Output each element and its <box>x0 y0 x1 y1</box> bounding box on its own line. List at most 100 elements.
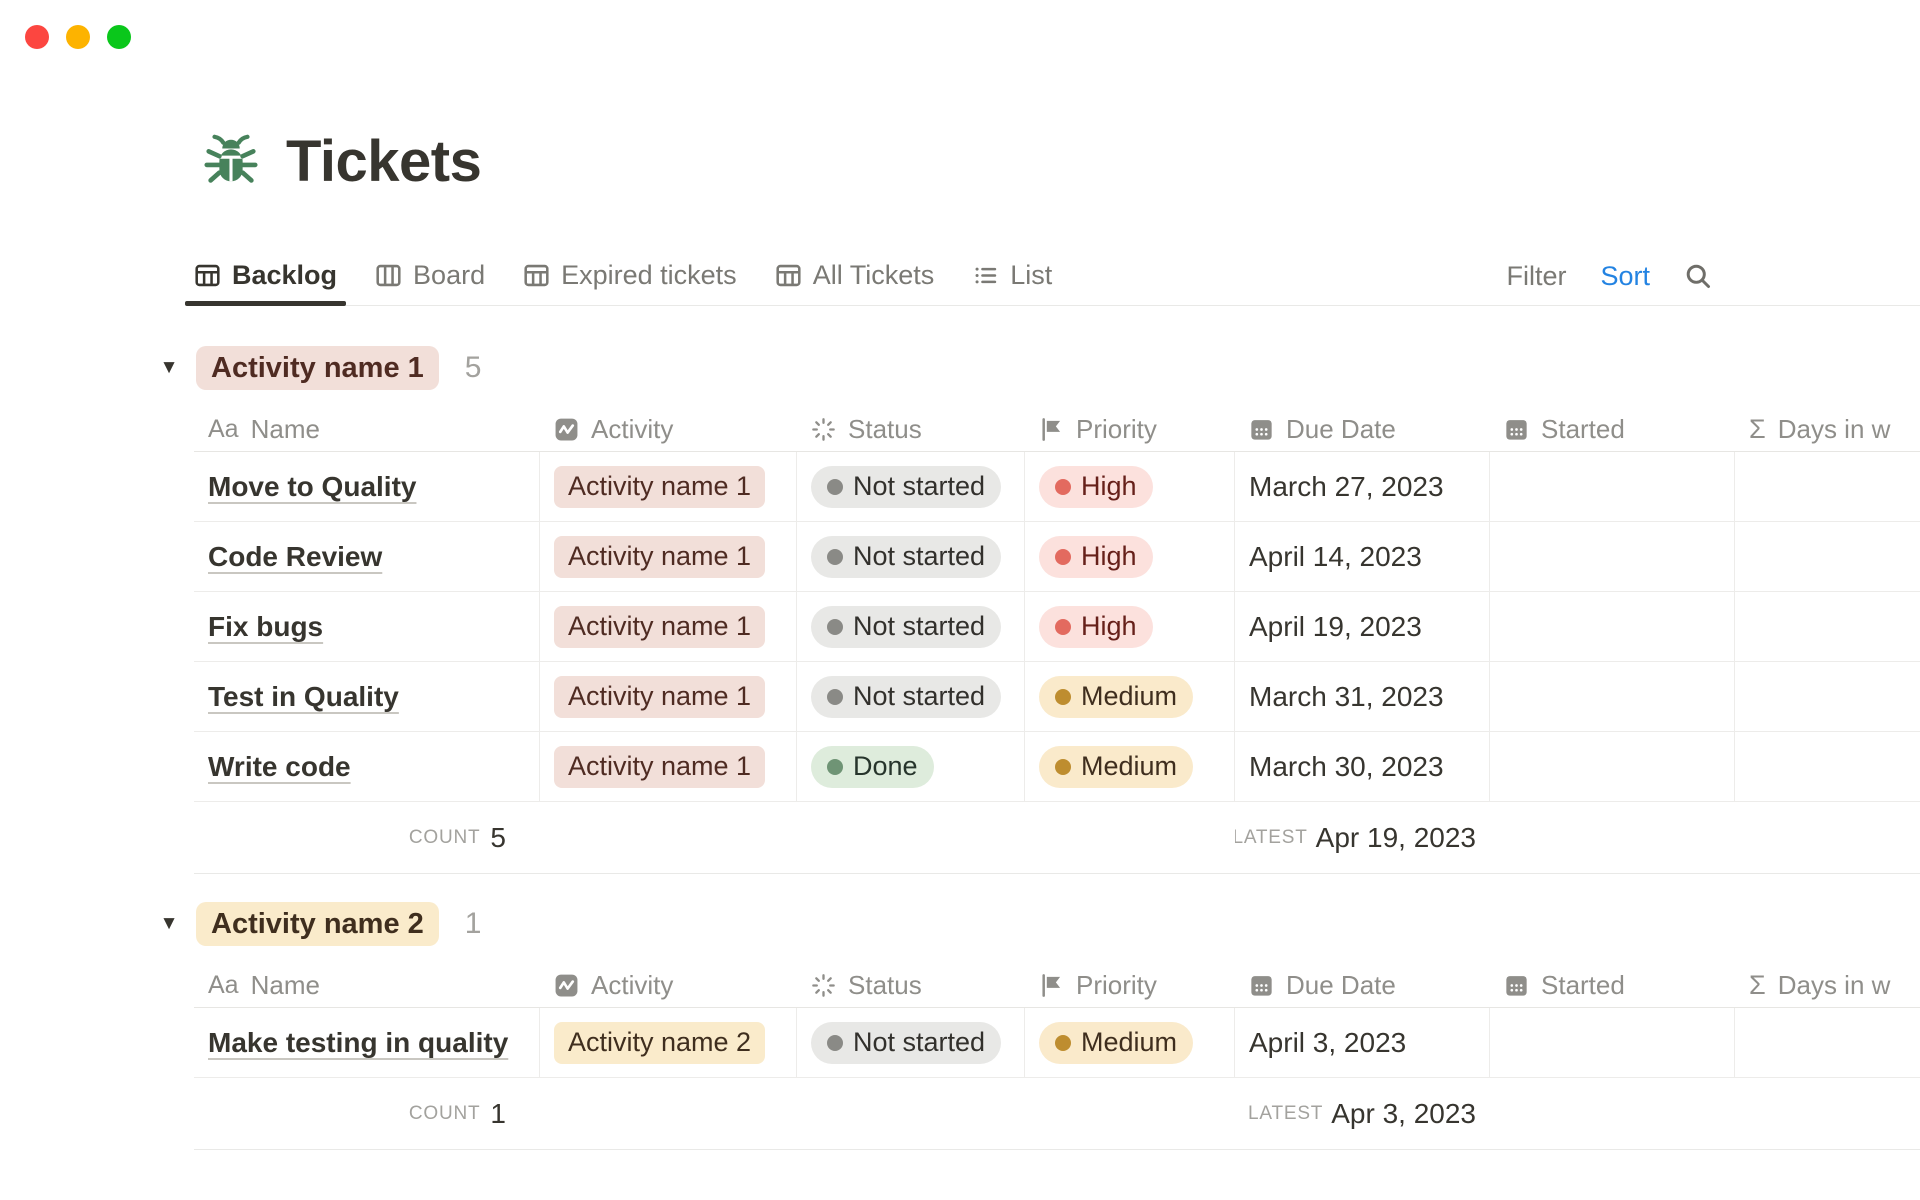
tab-backlog[interactable]: Backlog <box>194 246 337 305</box>
status-tag[interactable]: Done <box>811 746 934 788</box>
column-header-days-in-work[interactable]: Σ Days in w <box>1735 408 1920 451</box>
cell-priority[interactable]: Medium <box>1025 1008 1235 1077</box>
tab-list[interactable]: List <box>972 246 1052 305</box>
row-title[interactable]: Fix bugs <box>208 611 323 643</box>
status-tag[interactable]: Not started <box>811 676 1001 718</box>
priority-tag[interactable]: Medium <box>1039 1022 1193 1064</box>
activity-tag[interactable]: Activity name 2 <box>554 1022 765 1064</box>
column-header-days-in-work[interactable]: Σ Days in w <box>1735 964 1920 1007</box>
latest-calculation[interactable]: LATEST Apr 3, 2023 <box>1235 1078 1490 1149</box>
column-header-due-date[interactable]: Due Date <box>1235 964 1490 1007</box>
status-tag[interactable]: Not started <box>811 1022 1001 1064</box>
cell-due-date[interactable]: April 19, 2023 <box>1235 592 1490 661</box>
priority-tag[interactable]: High <box>1039 466 1153 508</box>
latest-calculation[interactable]: LATEST Apr 19, 2023 <box>1235 802 1490 873</box>
collapse-triangle-icon[interactable]: ▼ <box>158 913 180 935</box>
priority-tag[interactable]: High <box>1039 536 1153 578</box>
cell-days-in-work[interactable] <box>1735 662 1920 731</box>
cell-days-in-work[interactable] <box>1735 1008 1920 1077</box>
cell-name[interactable]: Fix bugs <box>194 592 540 661</box>
group-name-tag[interactable]: Activity name 2 <box>196 902 439 946</box>
cell-activity[interactable]: Activity name 1 <box>540 662 797 731</box>
column-header-name[interactable]: Aa Name <box>194 964 540 1007</box>
cell-name[interactable]: Code Review <box>194 522 540 591</box>
group-name-tag[interactable]: Activity name 1 <box>196 346 439 390</box>
row-title[interactable]: Write code <box>208 751 351 783</box>
cell-days-in-work[interactable] <box>1735 522 1920 591</box>
collapse-triangle-icon[interactable]: ▼ <box>158 357 180 379</box>
cell-due-date[interactable]: April 14, 2023 <box>1235 522 1490 591</box>
cell-started[interactable] <box>1490 522 1735 591</box>
cell-status[interactable]: Not started <box>797 592 1025 661</box>
row-title[interactable]: Test in Quality <box>208 681 399 713</box>
column-header-due-date[interactable]: Due Date <box>1235 408 1490 451</box>
cell-priority[interactable]: High <box>1025 452 1235 521</box>
cell-due-date[interactable]: March 31, 2023 <box>1235 662 1490 731</box>
activity-tag[interactable]: Activity name 1 <box>554 536 765 578</box>
column-header-started[interactable]: Started <box>1490 964 1735 1007</box>
priority-tag[interactable]: Medium <box>1039 676 1193 718</box>
row-title[interactable]: Code Review <box>208 541 382 573</box>
status-tag[interactable]: Not started <box>811 466 1001 508</box>
sort-button[interactable]: Sort <box>1600 261 1650 292</box>
cell-status[interactable]: Not started <box>797 1008 1025 1077</box>
cell-name[interactable]: Move to Quality <box>194 452 540 521</box>
column-header-name[interactable]: Aa Name <box>194 408 540 451</box>
count-calculation[interactable]: COUNT 1 <box>194 1078 540 1149</box>
cell-due-date[interactable]: April 3, 2023 <box>1235 1008 1490 1077</box>
count-calculation[interactable]: COUNT 5 <box>194 802 540 873</box>
tab-board[interactable]: Board <box>375 246 485 305</box>
bug-icon[interactable] <box>200 131 262 193</box>
cell-priority[interactable]: Medium <box>1025 732 1235 801</box>
activity-tag[interactable]: Activity name 1 <box>554 746 765 788</box>
cell-name[interactable]: Test in Quality <box>194 662 540 731</box>
column-header-status[interactable]: Status <box>797 964 1025 1007</box>
cell-status[interactable]: Not started <box>797 662 1025 731</box>
cell-name[interactable]: Make testing in quality <box>194 1008 540 1077</box>
cell-activity[interactable]: Activity name 1 <box>540 592 797 661</box>
tab-all-tickets[interactable]: All Tickets <box>775 246 935 305</box>
cell-started[interactable] <box>1490 1008 1735 1077</box>
status-tag[interactable]: Not started <box>811 536 1001 578</box>
cell-priority[interactable]: High <box>1025 592 1235 661</box>
column-header-activity[interactable]: Activity <box>540 408 797 451</box>
column-header-started[interactable]: Started <box>1490 408 1735 451</box>
status-tag[interactable]: Not started <box>811 606 1001 648</box>
cell-days-in-work[interactable] <box>1735 452 1920 521</box>
cell-started[interactable] <box>1490 662 1735 731</box>
minimize-window-button[interactable] <box>66 25 90 49</box>
cell-days-in-work[interactable] <box>1735 592 1920 661</box>
cell-activity[interactable]: Activity name 1 <box>540 452 797 521</box>
filter-button[interactable]: Filter <box>1506 261 1566 292</box>
page-title[interactable]: Tickets <box>286 128 481 195</box>
column-header-status[interactable]: Status <box>797 408 1025 451</box>
cell-status[interactable]: Not started <box>797 522 1025 591</box>
zoom-window-button[interactable] <box>107 25 131 49</box>
column-header-priority[interactable]: Priority <box>1025 964 1235 1007</box>
cell-started[interactable] <box>1490 732 1735 801</box>
activity-tag[interactable]: Activity name 1 <box>554 606 765 648</box>
cell-activity[interactable]: Activity name 1 <box>540 522 797 591</box>
cell-priority[interactable]: High <box>1025 522 1235 591</box>
cell-due-date[interactable]: March 30, 2023 <box>1235 732 1490 801</box>
priority-tag[interactable]: High <box>1039 606 1153 648</box>
close-window-button[interactable] <box>25 25 49 49</box>
activity-tag[interactable]: Activity name 1 <box>554 676 765 718</box>
row-title[interactable]: Make testing in quality <box>208 1027 508 1059</box>
cell-name[interactable]: Write code <box>194 732 540 801</box>
cell-started[interactable] <box>1490 592 1735 661</box>
cell-activity[interactable]: Activity name 1 <box>540 732 797 801</box>
priority-tag[interactable]: Medium <box>1039 746 1193 788</box>
cell-status[interactable]: Not started <box>797 452 1025 521</box>
cell-priority[interactable]: Medium <box>1025 662 1235 731</box>
cell-started[interactable] <box>1490 452 1735 521</box>
cell-days-in-work[interactable] <box>1735 732 1920 801</box>
tab-expired-tickets[interactable]: Expired tickets <box>523 246 737 305</box>
column-header-activity[interactable]: Activity <box>540 964 797 1007</box>
cell-activity[interactable]: Activity name 2 <box>540 1008 797 1077</box>
search-icon[interactable] <box>1684 262 1712 290</box>
column-header-priority[interactable]: Priority <box>1025 408 1235 451</box>
cell-due-date[interactable]: March 27, 2023 <box>1235 452 1490 521</box>
row-title[interactable]: Move to Quality <box>208 471 416 503</box>
activity-tag[interactable]: Activity name 1 <box>554 466 765 508</box>
